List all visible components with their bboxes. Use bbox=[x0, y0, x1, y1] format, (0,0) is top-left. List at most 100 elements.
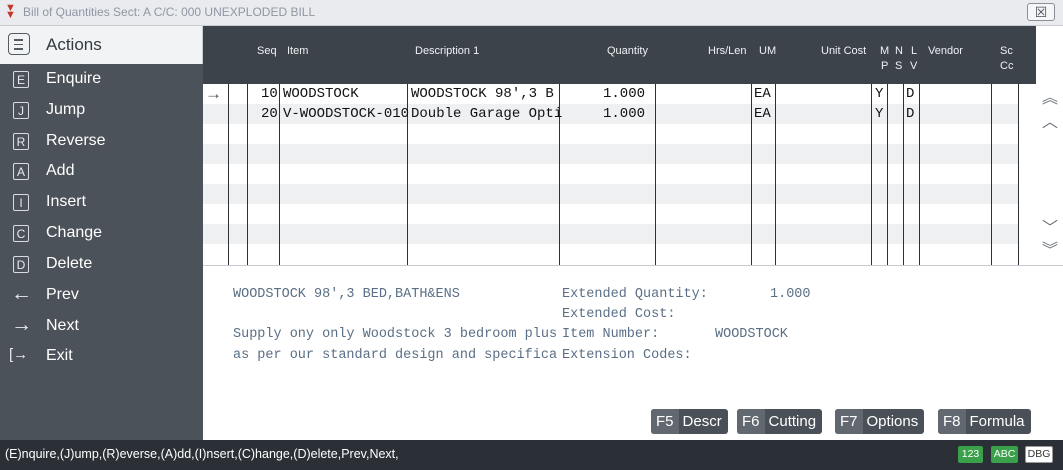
window-title: Bill of Quantities Sect: A C/C: 000 UNEX… bbox=[23, 5, 316, 19]
f8-formula-button[interactable]: F8 Formula bbox=[938, 409, 1031, 434]
action-label: Reverse bbox=[46, 132, 106, 149]
action-label: Exit bbox=[46, 347, 73, 364]
action-change[interactable]: C Change bbox=[0, 219, 203, 250]
action-exit[interactable]: [→ Exit bbox=[0, 342, 203, 373]
column-divider bbox=[871, 84, 872, 265]
column-divider bbox=[655, 84, 656, 265]
arrow-left-icon: ← bbox=[11, 282, 32, 305]
title-bar: ▼ ▼ Bill of Quantities Sect: A C/C: 000 U… bbox=[0, 0, 1063, 26]
exit-icon: [→ bbox=[9, 346, 29, 363]
extension-codes-label: Extension Codes: bbox=[562, 348, 692, 363]
grid-header: Seq Item Description 1 Quantity Hrs/Len … bbox=[203, 26, 1036, 84]
row-stripe bbox=[203, 144, 1018, 164]
actions-header[interactable]: Actions bbox=[0, 26, 203, 64]
item-number-label: Item Number: bbox=[562, 327, 660, 342]
action-label: Jump bbox=[46, 101, 86, 118]
enquire-key-icon: E bbox=[13, 71, 29, 88]
scroll-down-icon[interactable]: ﹀ bbox=[1040, 221, 1060, 237]
action-jump[interactable]: J Jump bbox=[0, 96, 203, 127]
debug-badge[interactable]: DBG bbox=[1025, 446, 1053, 463]
extended-cost-label: Extended Cost: bbox=[562, 307, 676, 322]
f8-label: Formula bbox=[969, 413, 1025, 430]
col-unit-cost[interactable]: Unit Cost bbox=[821, 45, 866, 57]
action-enquire[interactable]: E Enquire bbox=[0, 65, 203, 96]
f7-options-button[interactable]: F7 Options bbox=[835, 409, 925, 434]
action-insert[interactable]: I Insert bbox=[0, 188, 203, 219]
extended-quantity-value: 1.000 bbox=[770, 287, 811, 302]
cell-mp: Y bbox=[875, 106, 884, 122]
col-item[interactable]: Item bbox=[287, 45, 308, 57]
jump-key-icon: J bbox=[13, 102, 29, 119]
extended-quantity-label: Extended Quantity: bbox=[562, 287, 708, 302]
close-button[interactable]: ☒ bbox=[1027, 3, 1055, 21]
col-quantity[interactable]: Quantity bbox=[607, 45, 648, 57]
arrow-right-icon: → bbox=[11, 313, 32, 336]
f6-label: Cutting bbox=[768, 413, 817, 430]
status-bar: (E)nquire,(J)ump,(R)everse,(A)dd,(I)nser… bbox=[0, 440, 1063, 470]
f5-label: Descr bbox=[682, 413, 722, 430]
col-ns-top[interactable]: N bbox=[895, 45, 903, 57]
column-divider bbox=[1018, 84, 1019, 265]
column-divider bbox=[887, 84, 888, 265]
scroll-page-up-icon[interactable]: ︽ bbox=[1040, 91, 1060, 107]
cell-um: EA bbox=[754, 86, 771, 102]
column-divider bbox=[991, 84, 992, 265]
f7-key: F7 bbox=[835, 409, 863, 434]
action-prev[interactable]: ← Prev bbox=[0, 281, 203, 312]
action-add[interactable]: A Add bbox=[0, 157, 203, 188]
action-label: Next bbox=[46, 317, 79, 334]
f6-key: F6 bbox=[737, 409, 765, 434]
cell-seq: 10 bbox=[261, 86, 278, 102]
f5-key: F5 bbox=[651, 409, 679, 434]
scroll-page-down-icon[interactable]: ︾ bbox=[1040, 243, 1060, 259]
f5-descr-button[interactable]: F5 Descr bbox=[651, 409, 728, 434]
scroll-up-icon[interactable]: ︿ bbox=[1040, 115, 1060, 131]
f7-label: Options bbox=[866, 413, 919, 430]
col-hrs-len[interactable]: Hrs/Len bbox=[708, 45, 747, 57]
col-lv-top[interactable]: L bbox=[911, 45, 917, 57]
col-mp-bottom: P bbox=[881, 60, 889, 72]
column-divider bbox=[279, 84, 280, 265]
current-row-pointer-icon: → bbox=[205, 84, 222, 103]
row-stripe bbox=[203, 224, 1018, 244]
abc-mode-badge[interactable]: ABC bbox=[991, 446, 1018, 463]
col-um[interactable]: UM bbox=[759, 45, 776, 57]
detail-description-line4: as per our standard design and specifica bbox=[233, 348, 558, 363]
numeric-mode-badge[interactable]: 123 bbox=[958, 446, 983, 463]
action-reverse[interactable]: R Reverse bbox=[0, 127, 203, 158]
action-next[interactable]: → Next bbox=[0, 312, 203, 343]
action-delete[interactable]: D Delete bbox=[0, 250, 203, 281]
actions-title: Actions bbox=[46, 35, 102, 54]
add-key-icon: A bbox=[13, 163, 29, 180]
items-grid[interactable]: → 10 WOODSTOCK WOODSTOCK 98',3 B 1.000 E… bbox=[203, 84, 1036, 265]
cell-mp: Y bbox=[875, 86, 884, 102]
col-sc[interactable]: Sc bbox=[1000, 45, 1013, 57]
f6-cutting-button[interactable]: F6 Cutting bbox=[737, 409, 823, 434]
action-label: Enquire bbox=[46, 70, 102, 87]
col-lv-bottom: V bbox=[910, 60, 918, 72]
col-description[interactable]: Description 1 bbox=[415, 45, 479, 57]
cell-quantity: 1.000 bbox=[603, 86, 646, 102]
hamburger-menu-icon[interactable] bbox=[8, 33, 30, 55]
f8-key: F8 bbox=[938, 409, 966, 434]
item-number-value: WOODSTOCK bbox=[715, 327, 788, 342]
cell-lv: D bbox=[906, 106, 915, 122]
action-label: Change bbox=[46, 224, 103, 241]
actions-sidebar: Actions E Enquire J Jump R Reverse A Add… bbox=[0, 26, 203, 440]
cell-item: V-WOODSTOCK-010 bbox=[283, 106, 410, 122]
app-logo-icon: ▼ ▼ bbox=[5, 2, 16, 21]
cell-description: WOODSTOCK 98',3 B bbox=[411, 86, 554, 102]
insert-key-icon: I bbox=[13, 194, 29, 211]
action-label: Add bbox=[46, 162, 75, 179]
cell-quantity: 1.000 bbox=[603, 106, 646, 122]
action-label: Insert bbox=[46, 193, 87, 210]
column-divider bbox=[919, 84, 920, 265]
col-vendor[interactable]: Vendor bbox=[928, 45, 963, 57]
column-divider bbox=[903, 84, 904, 265]
cell-description: Double Garage Opti bbox=[411, 106, 563, 122]
col-seq[interactable]: Seq bbox=[257, 45, 277, 57]
cell-item: WOODSTOCK bbox=[283, 86, 359, 102]
row-stripe bbox=[203, 184, 1018, 204]
col-mp-top[interactable]: M bbox=[880, 45, 889, 57]
column-divider bbox=[247, 84, 248, 265]
